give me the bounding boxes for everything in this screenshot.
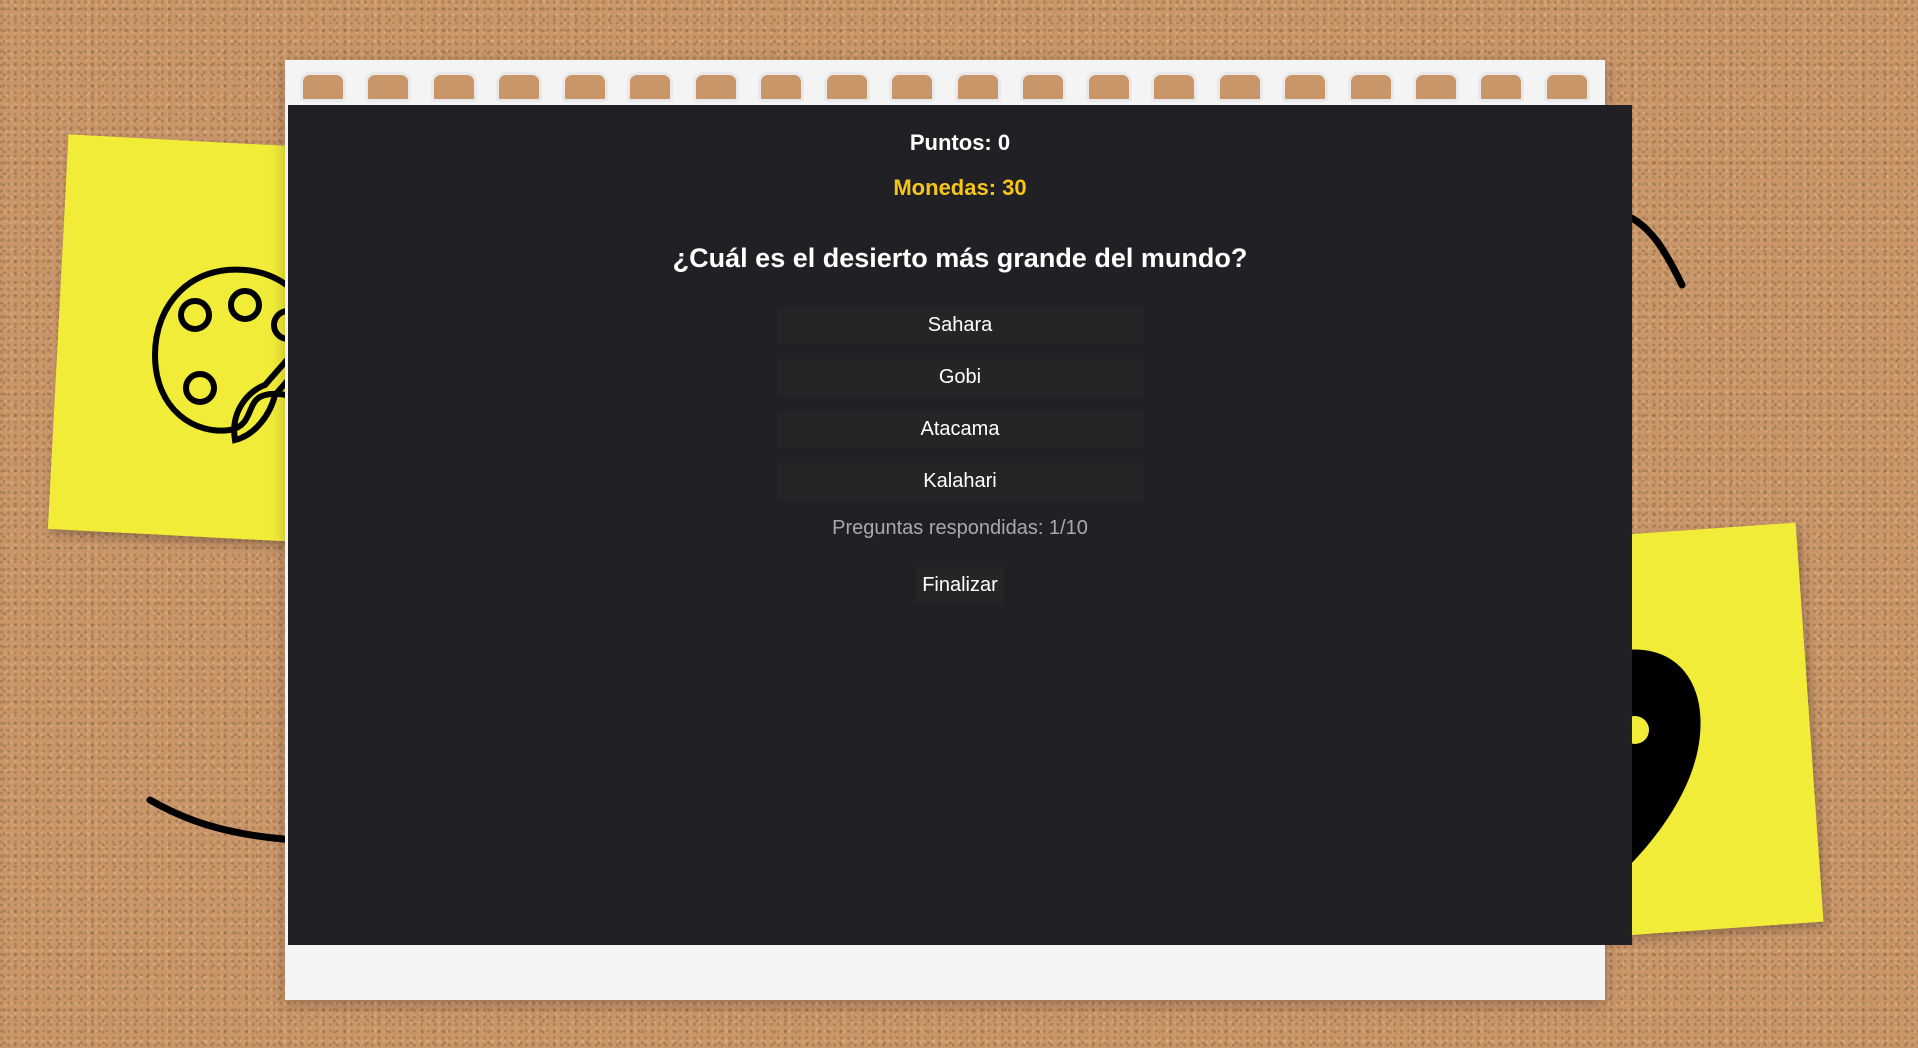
answer-option-gobi[interactable]: Gobi [776,359,1144,396]
paper-spiral-holes [300,72,1590,108]
quiz-panel: Puntos: 0 Monedas: 30 ¿Cuál es el desier… [288,105,1632,945]
question-text: ¿Cuál es el desierto más grande del mund… [672,243,1248,273]
answer-options: Sahara Gobi Atacama Kalahari [776,307,1144,500]
answer-option-atacama[interactable]: Atacama [776,411,1144,448]
finish-button[interactable]: Finalizar [916,567,1004,603]
answer-option-kalahari[interactable]: Kalahari [776,463,1144,500]
scribble-left [146,796,299,844]
answer-option-sahara[interactable]: Sahara [776,307,1144,344]
score-label: Puntos: 0 [909,130,1011,155]
coins-label: Monedas: 30 [893,175,1027,200]
location-pin-icon [1625,649,1701,870]
answered-progress: Preguntas respondidas: 1/10 [832,517,1088,539]
